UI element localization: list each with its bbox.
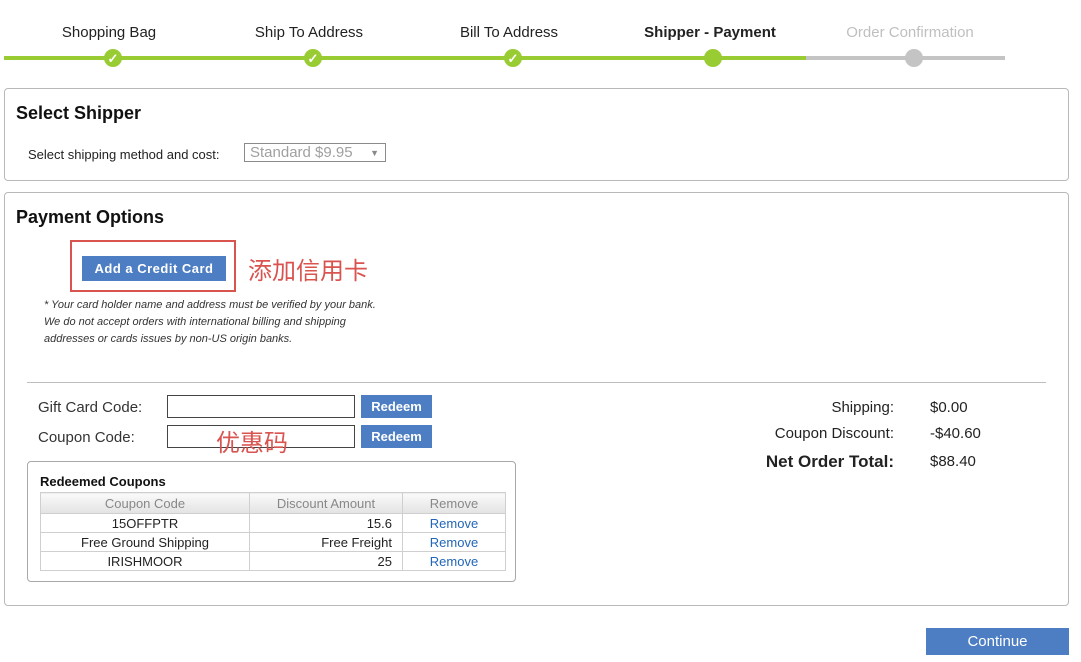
gift-card-code-label: Gift Card Code: [38,399,143,416]
discount-amount-cell: 25 [249,551,403,571]
redeemed-coupons-title: Redeemed Coupons [40,474,166,489]
step-current-dot-icon [704,49,722,67]
coupon-discount-value: -$40.60 [930,425,981,442]
annotation-coupon-code: 优惠码 [216,430,288,457]
card-verification-disclaimer: * Your card holder name and address must… [44,299,376,345]
net-order-total-value: $88.40 [930,453,976,470]
shipping-method-label: Select shipping method and cost: [28,147,220,162]
coupon-code-label: Coupon Code: [38,429,135,446]
select-shipper-panel: Select Shipper Select shipping method an… [4,88,1069,181]
shipping-method-value: Standard $9.95 [250,144,353,161]
table-row: Free Ground Shipping Free Freight Remove [40,532,506,552]
checkout-progress: Shopping Bag ✓ Ship To Address ✓ Bill To… [0,0,1081,80]
shipping-total-label: Shipping: [831,399,894,416]
redeemed-coupons-box: Redeemed Coupons Coupon Code Discount Am… [27,461,516,582]
annotation-add-credit-card: 添加信用卡 [248,258,368,285]
coupon-code-cell: IRISHMOOR [40,551,250,571]
redeemed-coupons-table: Coupon Code Discount Amount Remove 15OFF… [40,492,506,571]
select-shipper-title: Select Shipper [16,103,142,123]
table-header-row: Coupon Code Discount Amount Remove [40,492,506,514]
net-order-total-label: Net Order Total: [765,452,894,471]
coupon-code-cell: Free Ground Shipping [40,532,250,552]
table-row: 15OFFPTR 15.6 Remove [40,513,506,533]
discount-amount-cell: 15.6 [249,513,403,533]
shipping-total-value: $0.00 [930,399,968,416]
redeem-gift-card-button[interactable]: Redeem [361,395,432,418]
progress-track-complete [4,56,806,60]
remove-coupon-link[interactable]: Remove [430,535,478,550]
step-label-bill-to-address: Bill To Address [459,24,559,41]
continue-button[interactable]: Continue [926,628,1069,655]
remove-coupon-link[interactable]: Remove [430,554,478,569]
payment-options-panel: Payment Options Add a Credit Card 添加信用卡 … [4,192,1069,606]
step-pending-dot-icon [905,49,923,67]
shipping-method-select[interactable]: Standard $9.95 ▼ [244,143,386,162]
gift-card-code-input[interactable] [167,395,355,418]
step-label-shipper-payment: Shipper - Payment [644,24,776,41]
step-check-icon: ✓ [104,49,122,67]
coupon-code-cell: 15OFFPTR [40,513,250,533]
table-row: IRISHMOOR 25 Remove [40,551,506,571]
coupon-discount-label: Coupon Discount: [774,425,894,442]
chevron-down-icon: ▼ [370,148,379,158]
step-label-ship-to-address: Ship To Address [254,24,364,41]
step-check-icon: ✓ [304,49,322,67]
discount-amount-cell: Free Freight [249,532,403,552]
step-label-shopping-bag: Shopping Bag [61,24,157,41]
payment-options-title: Payment Options [16,207,165,227]
step-label-order-confirmation: Order Confirmation [846,24,974,41]
step-check-icon: ✓ [504,49,522,67]
column-header-remove: Remove [402,492,506,514]
remove-coupon-link[interactable]: Remove [430,516,478,531]
section-divider [27,382,1046,383]
redeem-coupon-button[interactable]: Redeem [361,425,432,448]
column-header-discount-amount: Discount Amount [249,492,403,514]
column-header-coupon-code: Coupon Code [40,492,250,514]
add-credit-card-button[interactable]: Add a Credit Card [82,256,226,281]
